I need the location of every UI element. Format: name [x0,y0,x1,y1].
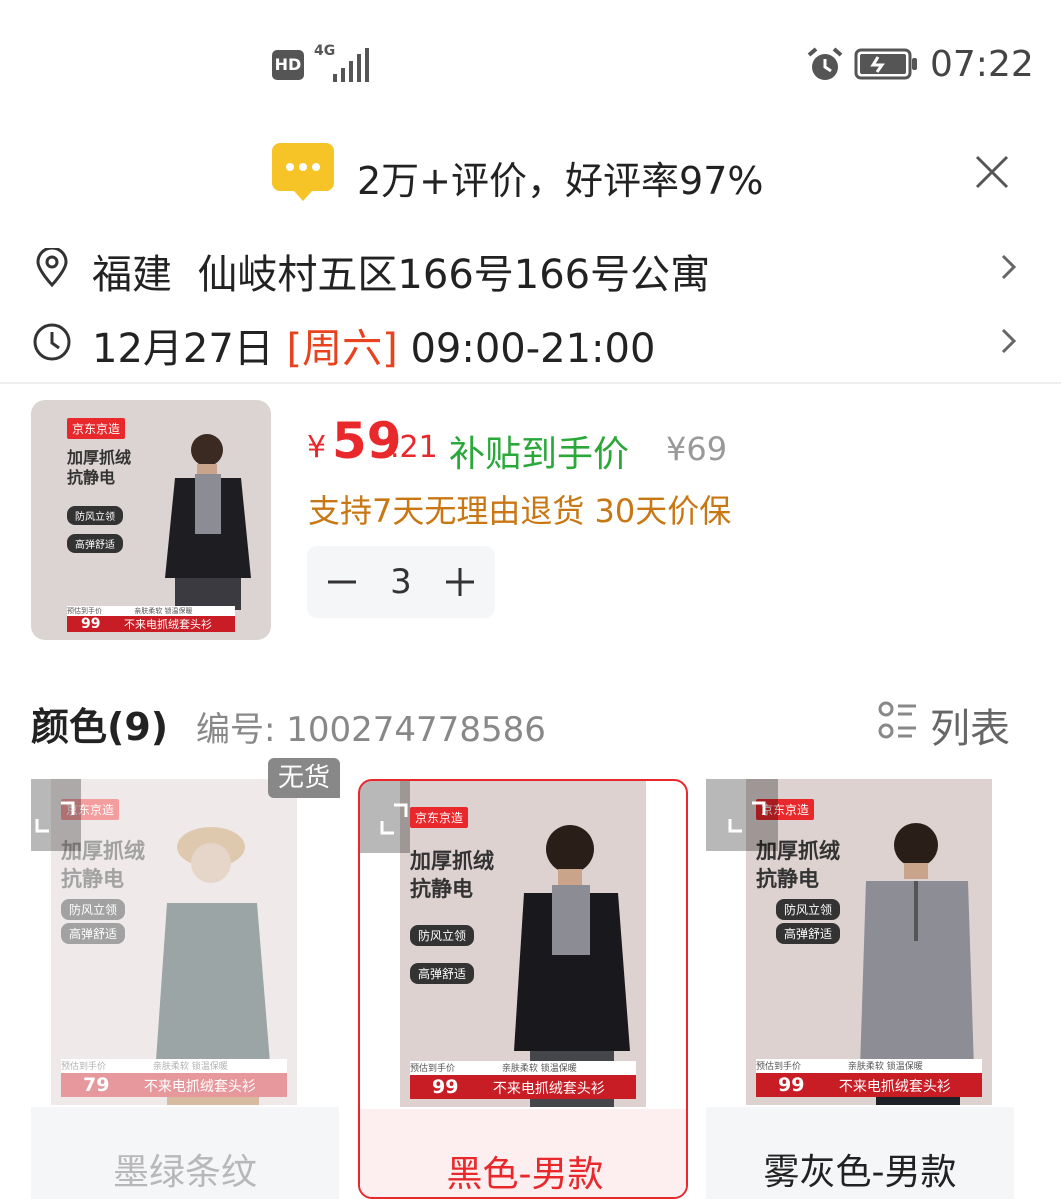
return-policy: 支持7天无理由退货 30天价保 [308,492,732,530]
brand-badge: 京东京造 [410,807,469,828]
color-option-name: 墨绿条纹 [112,1152,257,1193]
thumb-headline-2: 抗静电 [67,468,116,487]
model-figure-icon [165,434,251,610]
card-sub-text: 亲肤柔软 锁温保暖 [152,1062,228,1072]
card-banner-text: 不来电抓绒套头衫 [838,1079,951,1095]
signal-icon [333,48,369,82]
thumb-tag: 防风立领 [67,506,123,525]
price-decimal: .21 [390,430,438,465]
out-of-stock-badge: 无货 [268,758,340,798]
card-banner-price: 79 [83,1074,110,1096]
minus-icon [328,580,356,584]
list-icon [878,701,916,739]
color-option-image: 京东京造 加厚抓绒 抗静电 防风立领 高弹舒适 预估到手价 亲肤柔软 锁温保暖 … [400,781,646,1107]
sku-number: 编号: 100274778586 [196,710,546,750]
card-tag: 防风立领 [61,899,126,920]
card-price-strip: 预估到手价 亲肤柔软 锁温保暖 [756,1059,982,1073]
chevron-right-icon [1001,328,1017,354]
product-thumbnail[interactable]: 京东京造 加厚抓绒 抗静电 防风立领 高弹舒适 预估到手价 亲肤柔软 锁温保暖 … [31,400,271,640]
color-option-card-selected[interactable]: 京东京造 加厚抓绒 抗静电 防风立领 高弹舒适 预估到手价 亲肤柔软 锁温保暖 … [358,779,688,1199]
thumb-banner-price: 99 [81,616,101,632]
card-tag: 高弹舒适 [776,923,841,944]
card-headline: 加厚抓绒 抗静电 [410,847,494,903]
thumb-sub-text: 亲肤柔软 锁温保暖 [134,607,193,615]
clock: 07:22 [930,44,1034,85]
alarm-icon [807,47,843,80]
plus-icon [446,568,474,596]
increment-button[interactable] [425,546,495,618]
hd-badge: HD [272,50,304,80]
location-icon [36,248,68,288]
card-headline-2: 抗静电 [756,867,819,891]
thumb-banner-text: 不来电抓绒套头衫 [123,618,212,631]
time-range: 09:00-21:00 [410,326,656,372]
address-text: 福建 仙岐村五区166号166号公寓 [92,242,710,300]
thumb-banner: 99 不来电抓绒套头衫 [67,616,235,632]
expand-button[interactable] [360,781,410,853]
review-summary: 2万+评价，好评率97% [357,159,764,203]
original-price: ¥69 [666,430,728,468]
address-detail: 仙岐村五区166号166号公寓 [197,252,711,298]
battery-icon [854,48,917,80]
card-sub-text: 亲肤柔软 锁温保暖 [847,1062,923,1072]
thumb-tag: 高弹舒适 [67,534,123,553]
card-banner-text: 不来电抓绒套头衫 [143,1079,256,1095]
card-headline-2: 抗静电 [410,877,473,901]
card-tag: 高弹舒适 [61,923,126,944]
subsidy-label: 补贴到手价 [449,434,630,475]
card-price-strip: 预估到手价 亲肤柔软 锁温保暖 [410,1061,636,1075]
card-tag: 防风立领 [776,899,841,920]
clock-icon [33,323,71,361]
thumb-price-label: 预估到手价 [67,607,102,615]
color-option-name: 黑色-男款 [446,1154,604,1195]
thumb-headline-1: 加厚抓绒 [67,448,132,467]
quantity-stepper: 3 [307,546,495,618]
card-sub-text: 亲肤柔软 锁温保暖 [501,1064,577,1074]
message-icon [272,143,334,201]
chevron-right-icon [1001,254,1017,280]
card-banner: 99 不来电抓绒套头衫 [410,1075,636,1099]
status-bar: HD 4G 07:22 [0,0,1061,120]
color-option-image: 京东京造 加厚抓绒 抗静电 防风立领 高弹舒适 预估到手价 亲肤柔软 锁温保暖 … [51,779,297,1105]
color-option-card[interactable]: 京东京造 加厚抓绒 抗静电 防风立领 高弹舒适 预估到手价 亲肤柔软 锁温保暖 … [706,779,1014,1199]
color-option-card[interactable]: 京东京造 加厚抓绒 抗静电 防风立领 高弹舒适 预估到手价 亲肤柔软 锁温保暖 … [31,779,339,1199]
brand-badge: 京东京造 [67,418,126,439]
quantity-value[interactable]: 3 [377,546,425,618]
color-option-name: 雾灰色-男款 [763,1152,957,1193]
card-price-label: 预估到手价 [61,1062,107,1072]
color-option-image: 京东京造 加厚抓绒 抗静电 防风立领 高弹舒适 预估到手价 亲肤柔软 锁温保暖 … [746,779,992,1105]
divider [0,382,1061,384]
expand-icon [380,803,408,835]
list-view-label: 列表 [930,706,1010,752]
card-tag: 防风立领 [410,925,475,946]
card-headline-1: 加厚抓绒 [410,849,494,873]
color-section-title: 颜色(9) [31,705,169,749]
card-price-label: 预估到手价 [410,1064,456,1074]
card-tag: 高弹舒适 [410,963,475,984]
close-icon[interactable] [972,152,1012,192]
card-banner: 99 不来电抓绒套头衫 [756,1073,982,1097]
delivery-date: 12月27日 [周六] 09:00-21:00 [92,316,655,374]
thumb-headline: 加厚抓绒 抗静电 [67,448,131,488]
expand-icon [35,801,75,833]
date-text: 12月27日 [92,326,274,372]
expand-button[interactable] [706,779,778,851]
expand-icon [728,801,766,833]
card-banner: 79 不来电抓绒套头衫 [61,1073,287,1097]
address-province: 福建 [92,252,172,298]
weekday-text: [周六] [286,326,398,372]
card-banner-price: 99 [778,1074,805,1096]
decrement-button[interactable] [307,546,377,618]
price-currency: ¥ [307,430,327,465]
card-price-label: 预估到手价 [756,1062,802,1072]
card-banner-price: 99 [432,1076,459,1098]
expand-button[interactable] [31,779,81,851]
card-price-strip: 预估到手价 亲肤柔软 锁温保暖 [61,1059,287,1073]
card-headline-2: 抗静电 [61,867,124,891]
card-banner-text: 不来电抓绒套头衫 [492,1081,605,1097]
